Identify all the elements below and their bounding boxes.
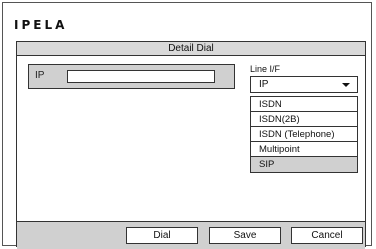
cancel-button[interactable]: Cancel xyxy=(291,227,363,244)
line-if-select[interactable]: IP xyxy=(250,76,358,93)
ipela-logo: IPELA xyxy=(14,18,68,32)
dropdown-arrow-icon xyxy=(342,83,350,87)
line-if-options-list: ISDN ISDN(2B) ISDN (Telephone) Multipoin… xyxy=(250,96,358,173)
dial-button[interactable]: Dial xyxy=(126,227,198,244)
line-if-label: Line I/F xyxy=(250,64,281,74)
button-bar: Dial Save Cancel xyxy=(17,221,365,249)
ip-label: IP xyxy=(35,70,45,81)
ip-input[interactable] xyxy=(67,70,215,83)
line-if-option-isdn-telephone[interactable]: ISDN (Telephone) xyxy=(251,127,357,142)
save-button[interactable]: Save xyxy=(209,227,281,244)
ip-panel: IP xyxy=(28,64,235,89)
line-if-option-isdn-2b[interactable]: ISDN(2B) xyxy=(251,112,357,127)
screen-frame: IPELA Detail Dial IP Line I/F IP ISDN IS… xyxy=(2,2,372,249)
detail-dial-dialog: Detail Dial IP Line I/F IP ISDN ISDN(2B)… xyxy=(16,41,366,249)
line-if-option-isdn[interactable]: ISDN xyxy=(251,97,357,112)
line-if-option-multipoint[interactable]: Multipoint xyxy=(251,142,357,157)
line-if-option-sip[interactable]: SIP xyxy=(251,157,357,172)
dialog-title: Detail Dial xyxy=(17,42,365,56)
line-if-selected-value: IP xyxy=(259,79,269,90)
